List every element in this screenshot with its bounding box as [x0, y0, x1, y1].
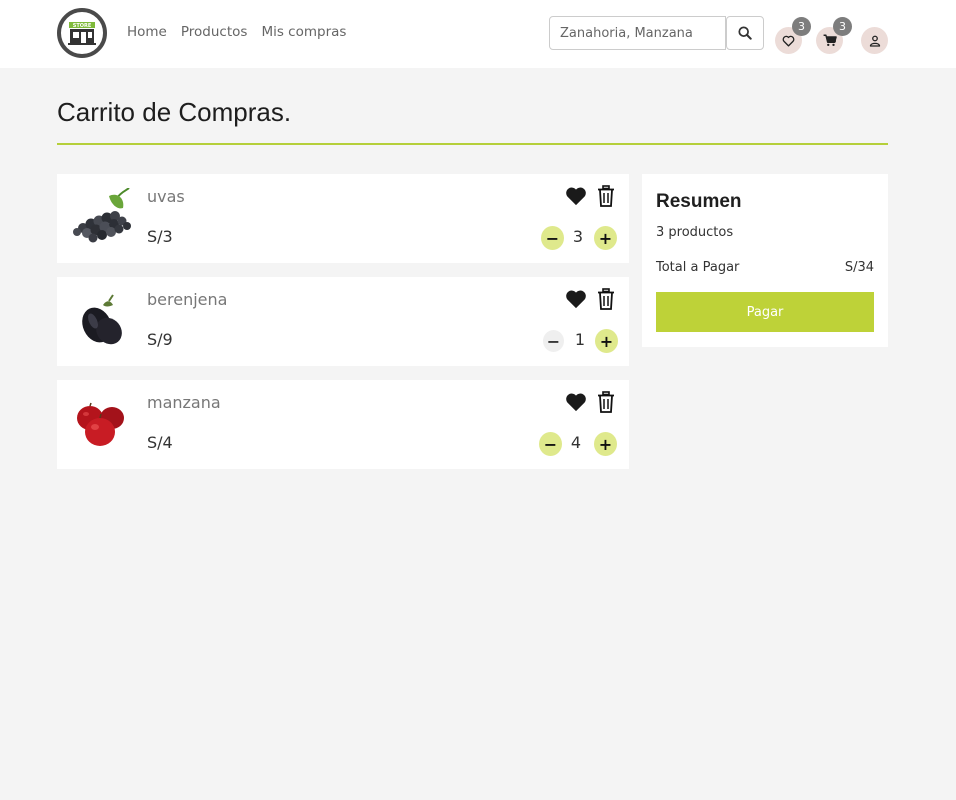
grapes-image [73, 188, 131, 243]
nav-home-link[interactable]: Home [127, 24, 167, 40]
increase-quantity-button[interactable]: + [594, 226, 617, 250]
product-name: berenjena [147, 290, 228, 309]
decrease-quantity-button[interactable]: − [541, 226, 564, 250]
trash-icon[interactable] [597, 288, 615, 310]
cart-item: manzana S/4 − 4 + [57, 380, 629, 469]
decrease-quantity-button[interactable]: − [543, 330, 564, 352]
product-count: 3 productos [656, 225, 734, 240]
pay-button[interactable]: Pagar [656, 292, 874, 332]
store-logo[interactable]: STORE [57, 8, 107, 58]
heart-outline-icon [782, 35, 795, 47]
quantity-value: 4 [570, 433, 582, 452]
svg-text:STORE: STORE [73, 23, 92, 29]
nav-links: Home Productos Mis compras [127, 24, 346, 40]
nav-mis-compras-link[interactable]: Mis compras [261, 24, 346, 40]
search-button[interactable] [726, 16, 764, 50]
cart-item: berenjena S/9 − 1 + [57, 277, 629, 366]
increase-quantity-button[interactable]: + [595, 329, 618, 353]
product-price: S/3 [147, 227, 173, 246]
cart-item: uvas S/3 − 3 + [57, 174, 629, 263]
cart-icon [823, 34, 837, 47]
heart-icon[interactable] [565, 186, 587, 206]
title-divider [57, 143, 888, 145]
cart-count-badge: 3 [833, 17, 852, 36]
apples-image [77, 402, 124, 446]
product-price: S/4 [147, 433, 173, 452]
decrease-quantity-button[interactable]: − [539, 432, 562, 456]
heart-icon[interactable] [565, 289, 587, 309]
search-icon [738, 26, 752, 40]
favorites-count-badge: 3 [792, 17, 811, 36]
product-price: S/9 [147, 330, 173, 349]
heart-icon[interactable] [565, 392, 587, 412]
quantity-value: 3 [572, 227, 584, 246]
product-name: uvas [147, 187, 185, 206]
trash-icon[interactable] [597, 185, 615, 207]
total-value: S/34 [844, 260, 874, 275]
nav-productos-link[interactable]: Productos [181, 24, 248, 40]
user-account-button[interactable] [861, 27, 888, 54]
page-title: Carrito de Compras. [57, 97, 292, 127]
eggplant-image [82, 294, 122, 345]
store-icon: STORE [68, 22, 96, 45]
summary-title: Resumen [656, 191, 742, 212]
product-name: manzana [147, 393, 221, 412]
total-label: Total a Pagar [656, 260, 740, 275]
user-icon [869, 35, 880, 47]
navbar: STORE Home Productos Mis compras 3 [0, 0, 956, 68]
order-summary: Resumen 3 productos Total a Pagar S/34 P… [642, 174, 888, 347]
search-input[interactable] [549, 16, 726, 50]
trash-icon[interactable] [597, 391, 615, 413]
quantity-value: 1 [574, 330, 586, 349]
increase-quantity-button[interactable]: + [594, 432, 617, 456]
